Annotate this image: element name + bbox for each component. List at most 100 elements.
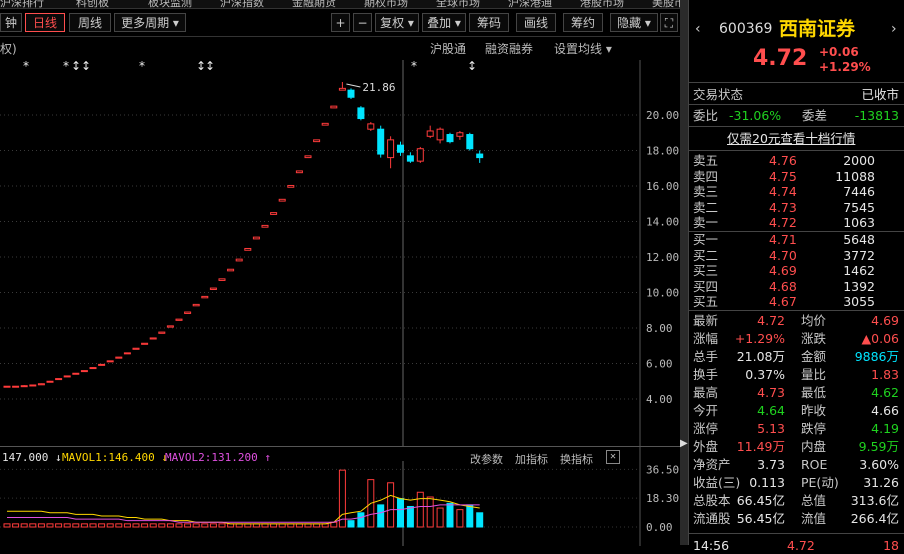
stat-v2: 266.4亿 bbox=[850, 511, 899, 526]
top-nav-item[interactable]: 沪深港通 bbox=[508, 0, 552, 8]
stat-v1: 21.08万 bbox=[736, 349, 785, 364]
toolbar-button-5[interactable]: 画线 bbox=[516, 13, 556, 32]
toolbar-button-4[interactable]: 筹码 bbox=[469, 13, 509, 32]
order-level: 买二 4.70 3772 bbox=[689, 248, 904, 263]
event-marker: ↕ bbox=[205, 60, 215, 73]
candle-body bbox=[377, 128, 385, 155]
stat-l2: PE(动) bbox=[801, 475, 839, 490]
volume-bar bbox=[37, 523, 45, 528]
promo-text[interactable]: 仅需20元查看十档行情 bbox=[727, 130, 855, 147]
price-change-pct: +1.29% bbox=[819, 60, 871, 74]
volume-bar bbox=[192, 523, 200, 528]
toolbar-button-6[interactable]: 筹约 bbox=[563, 13, 603, 32]
level-volume: 1063 bbox=[843, 215, 875, 230]
volume-bar bbox=[387, 482, 395, 528]
candle-body bbox=[29, 384, 37, 387]
event-marker: * bbox=[63, 60, 69, 73]
candle-body bbox=[456, 132, 464, 137]
candle-body bbox=[367, 123, 375, 130]
top-nav-item[interactable]: 科创板 bbox=[76, 0, 109, 8]
y-tick-label: 16.00 bbox=[646, 180, 679, 193]
chevron-right-icon: ▶ bbox=[680, 438, 688, 449]
stat-v2: 4.62 bbox=[871, 385, 899, 400]
volume-bar bbox=[476, 512, 484, 528]
volume-panel[interactable]: 147.000 ↓ MAVOL1:146.400 ↓ MAVOL2:131.20… bbox=[0, 446, 680, 546]
order-level: 买三 4.69 1462 bbox=[689, 263, 904, 278]
volume-bar bbox=[141, 523, 149, 528]
period-button-2[interactable]: 周线 bbox=[69, 13, 111, 32]
top-navigation: 沪深排行 科创板 板块监测 沪深指数 金融期货 期权市场 全球市场 沪深港通 港股市场 美股市场 bbox=[0, 0, 680, 9]
subbar-item-1[interactable]: 融资融券 bbox=[485, 40, 533, 57]
level-price: 4.67 bbox=[769, 294, 797, 309]
stat-l2: 量比 bbox=[801, 367, 827, 382]
candle-body bbox=[106, 360, 114, 363]
candle-body bbox=[166, 325, 174, 328]
stat-v1: 0.113 bbox=[749, 475, 785, 490]
stat-row: 最新 4.72 均价 4.69 bbox=[689, 312, 904, 329]
stat-l2: 流值 bbox=[801, 511, 827, 526]
top-nav-item[interactable]: 港股市场 bbox=[580, 0, 624, 8]
volume-bar bbox=[209, 523, 217, 528]
wei-cha-label: 委差 bbox=[802, 108, 828, 123]
order-level: 卖一 4.72 1063 bbox=[689, 215, 904, 230]
chevron-right-nav-icon[interactable]: › bbox=[891, 17, 897, 41]
wei-bi-label: 委比 bbox=[693, 108, 719, 123]
volume-bar bbox=[201, 523, 209, 528]
top-nav-item[interactable]: 全球市场 bbox=[436, 0, 480, 8]
stat-l2: 金额 bbox=[801, 349, 827, 364]
order-level: 买四 4.68 1392 bbox=[689, 279, 904, 294]
top-nav-item[interactable]: 沪深排行 bbox=[0, 0, 44, 8]
y-tick-label: 6.00 bbox=[646, 358, 673, 371]
top-nav-item[interactable]: 美股市场 bbox=[652, 0, 680, 8]
candle-body bbox=[304, 155, 312, 159]
level-volume: 11088 bbox=[835, 168, 875, 184]
stat-row: 净资产 3.73 ROE 3.60% bbox=[689, 456, 904, 473]
y-tick-label: 4.00 bbox=[646, 393, 673, 406]
y-tick-label: 10.00 bbox=[646, 287, 679, 300]
chevron-left-icon[interactable]: ‹ bbox=[695, 17, 701, 41]
top-nav-item[interactable]: 板块监测 bbox=[148, 0, 192, 8]
candle-body bbox=[149, 337, 157, 340]
y-tick-label: 12.00 bbox=[646, 251, 679, 264]
subbar-item-2[interactable]: 设置均线 ▾ bbox=[554, 40, 612, 57]
candle-body bbox=[270, 212, 278, 215]
period-button-0[interactable]: 钟 bbox=[0, 13, 22, 32]
kline-chart[interactable]: 20.00 18.00 16.00 14.00 12.00 10.00 8.00 6.00 4.… bbox=[0, 59, 680, 446]
level-label: 卖二 bbox=[693, 199, 719, 215]
candle-body bbox=[175, 318, 183, 321]
stat-row: 收益(三) 0.113 PE(动) 31.26 bbox=[689, 474, 904, 491]
volume-bar bbox=[123, 523, 131, 528]
candle-body bbox=[338, 87, 346, 91]
price-row: 4.72 +0.06 +1.29% bbox=[689, 45, 904, 74]
candle-body bbox=[466, 134, 474, 150]
period-button-1[interactable]: 日线 bbox=[25, 13, 65, 32]
stat-v2: 3.60% bbox=[859, 457, 899, 472]
y-tick-label: 18.30 bbox=[646, 492, 679, 505]
volume-bar bbox=[175, 523, 183, 528]
subbar-item-0[interactable]: 沪股通 bbox=[430, 40, 466, 57]
level-label: 卖三 bbox=[693, 184, 719, 199]
toolbar-button-8[interactable]: ⛶ bbox=[660, 13, 678, 32]
stat-v2: 1.83 bbox=[871, 367, 899, 382]
stat-v2: 31.26 bbox=[863, 475, 899, 490]
toolbar-button-1[interactable]: − bbox=[353, 13, 372, 32]
top-nav-item[interactable]: 金融期货 bbox=[292, 0, 336, 8]
toolbar-button-3[interactable]: 叠加 ▾ bbox=[422, 13, 466, 32]
top-nav-item[interactable]: 期权市场 bbox=[364, 0, 408, 8]
volume-bar bbox=[29, 523, 37, 528]
level-volume: 1462 bbox=[843, 263, 875, 278]
toolbar-button-2[interactable]: 复权 ▾ bbox=[375, 13, 419, 32]
y-tick-label: 14.00 bbox=[646, 216, 679, 229]
candle-body bbox=[397, 144, 404, 153]
promo-link[interactable]: 仅需20元查看十档行情 bbox=[689, 130, 904, 147]
period-button-3[interactable]: 更多周期 ▾ bbox=[114, 13, 186, 32]
candle-body bbox=[278, 198, 286, 202]
collapse-handle[interactable]: ▶ bbox=[680, 0, 688, 545]
level-price: 4.75 bbox=[769, 168, 797, 184]
stat-l2: 跌停 bbox=[801, 421, 827, 436]
toolbar-button-7[interactable]: 隐藏 ▾ bbox=[610, 13, 658, 32]
top-nav-item[interactable]: 沪深指数 bbox=[220, 0, 264, 8]
candle-body bbox=[158, 331, 166, 334]
level-volume: 5648 bbox=[843, 232, 875, 247]
toolbar-button-0[interactable]: + bbox=[331, 13, 350, 32]
